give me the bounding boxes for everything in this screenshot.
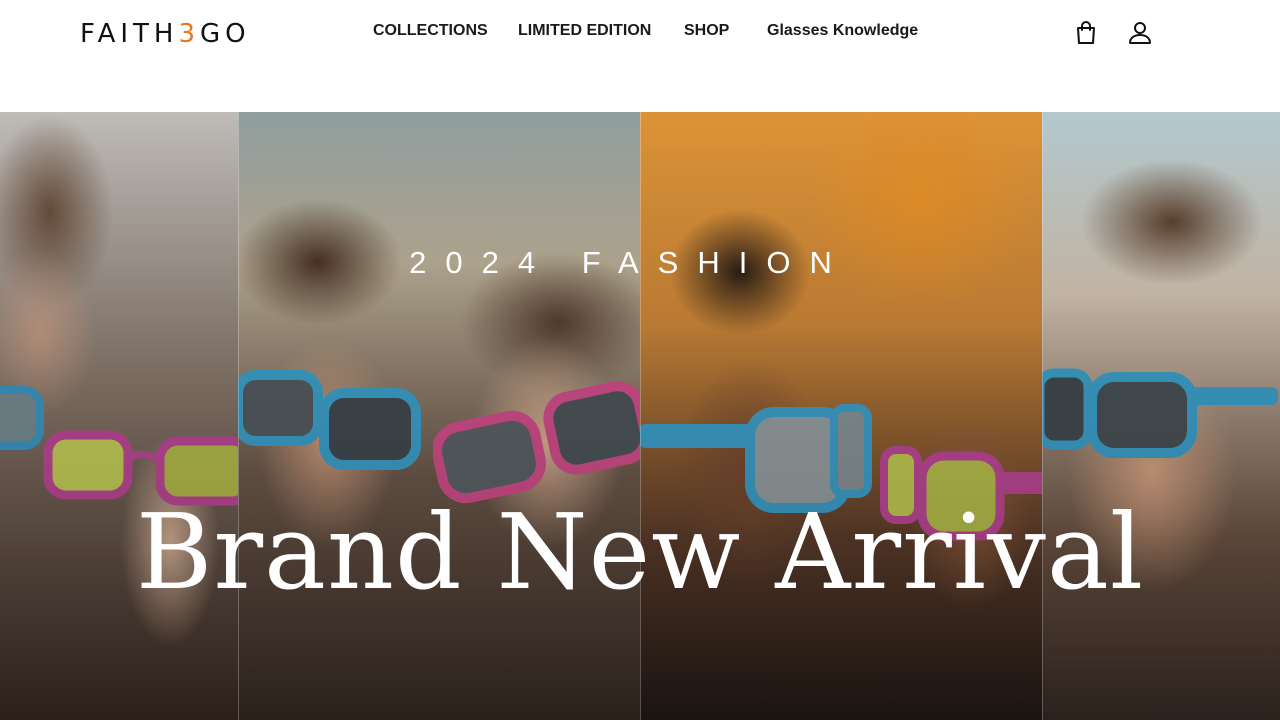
- cart-button[interactable]: [1073, 20, 1099, 46]
- user-icon: [1129, 22, 1151, 44]
- shopping-bag-icon: [1077, 21, 1095, 44]
- brand-logo[interactable]: FAITH 3 GO: [80, 19, 251, 49]
- hero-overlay: [0, 112, 1280, 720]
- logo-text-end: GO: [200, 19, 251, 49]
- nav-item-collections[interactable]: COLLECTIONS: [373, 22, 488, 40]
- site-header: FAITH 3 GO COLLECTIONS LIMITED EDITION SHO…: [0, 0, 1280, 112]
- logo-text-accent: 3: [178, 19, 201, 49]
- nav-item-shop[interactable]: SHOP: [684, 22, 729, 40]
- logo-text-start: FAITH: [80, 19, 179, 49]
- hero-banner: 2024 FASHION Brand New Arrival: [0, 112, 1280, 720]
- hero-headline: Brand New Arrival: [135, 491, 1145, 613]
- nav-item-glasses-knowledge[interactable]: Glasses Knowledge: [767, 22, 918, 40]
- account-button[interactable]: [1127, 20, 1153, 46]
- hero-eyebrow: 2024 FASHION: [409, 245, 851, 280]
- nav-item-limited-edition[interactable]: LIMITED EDITION: [518, 22, 651, 40]
